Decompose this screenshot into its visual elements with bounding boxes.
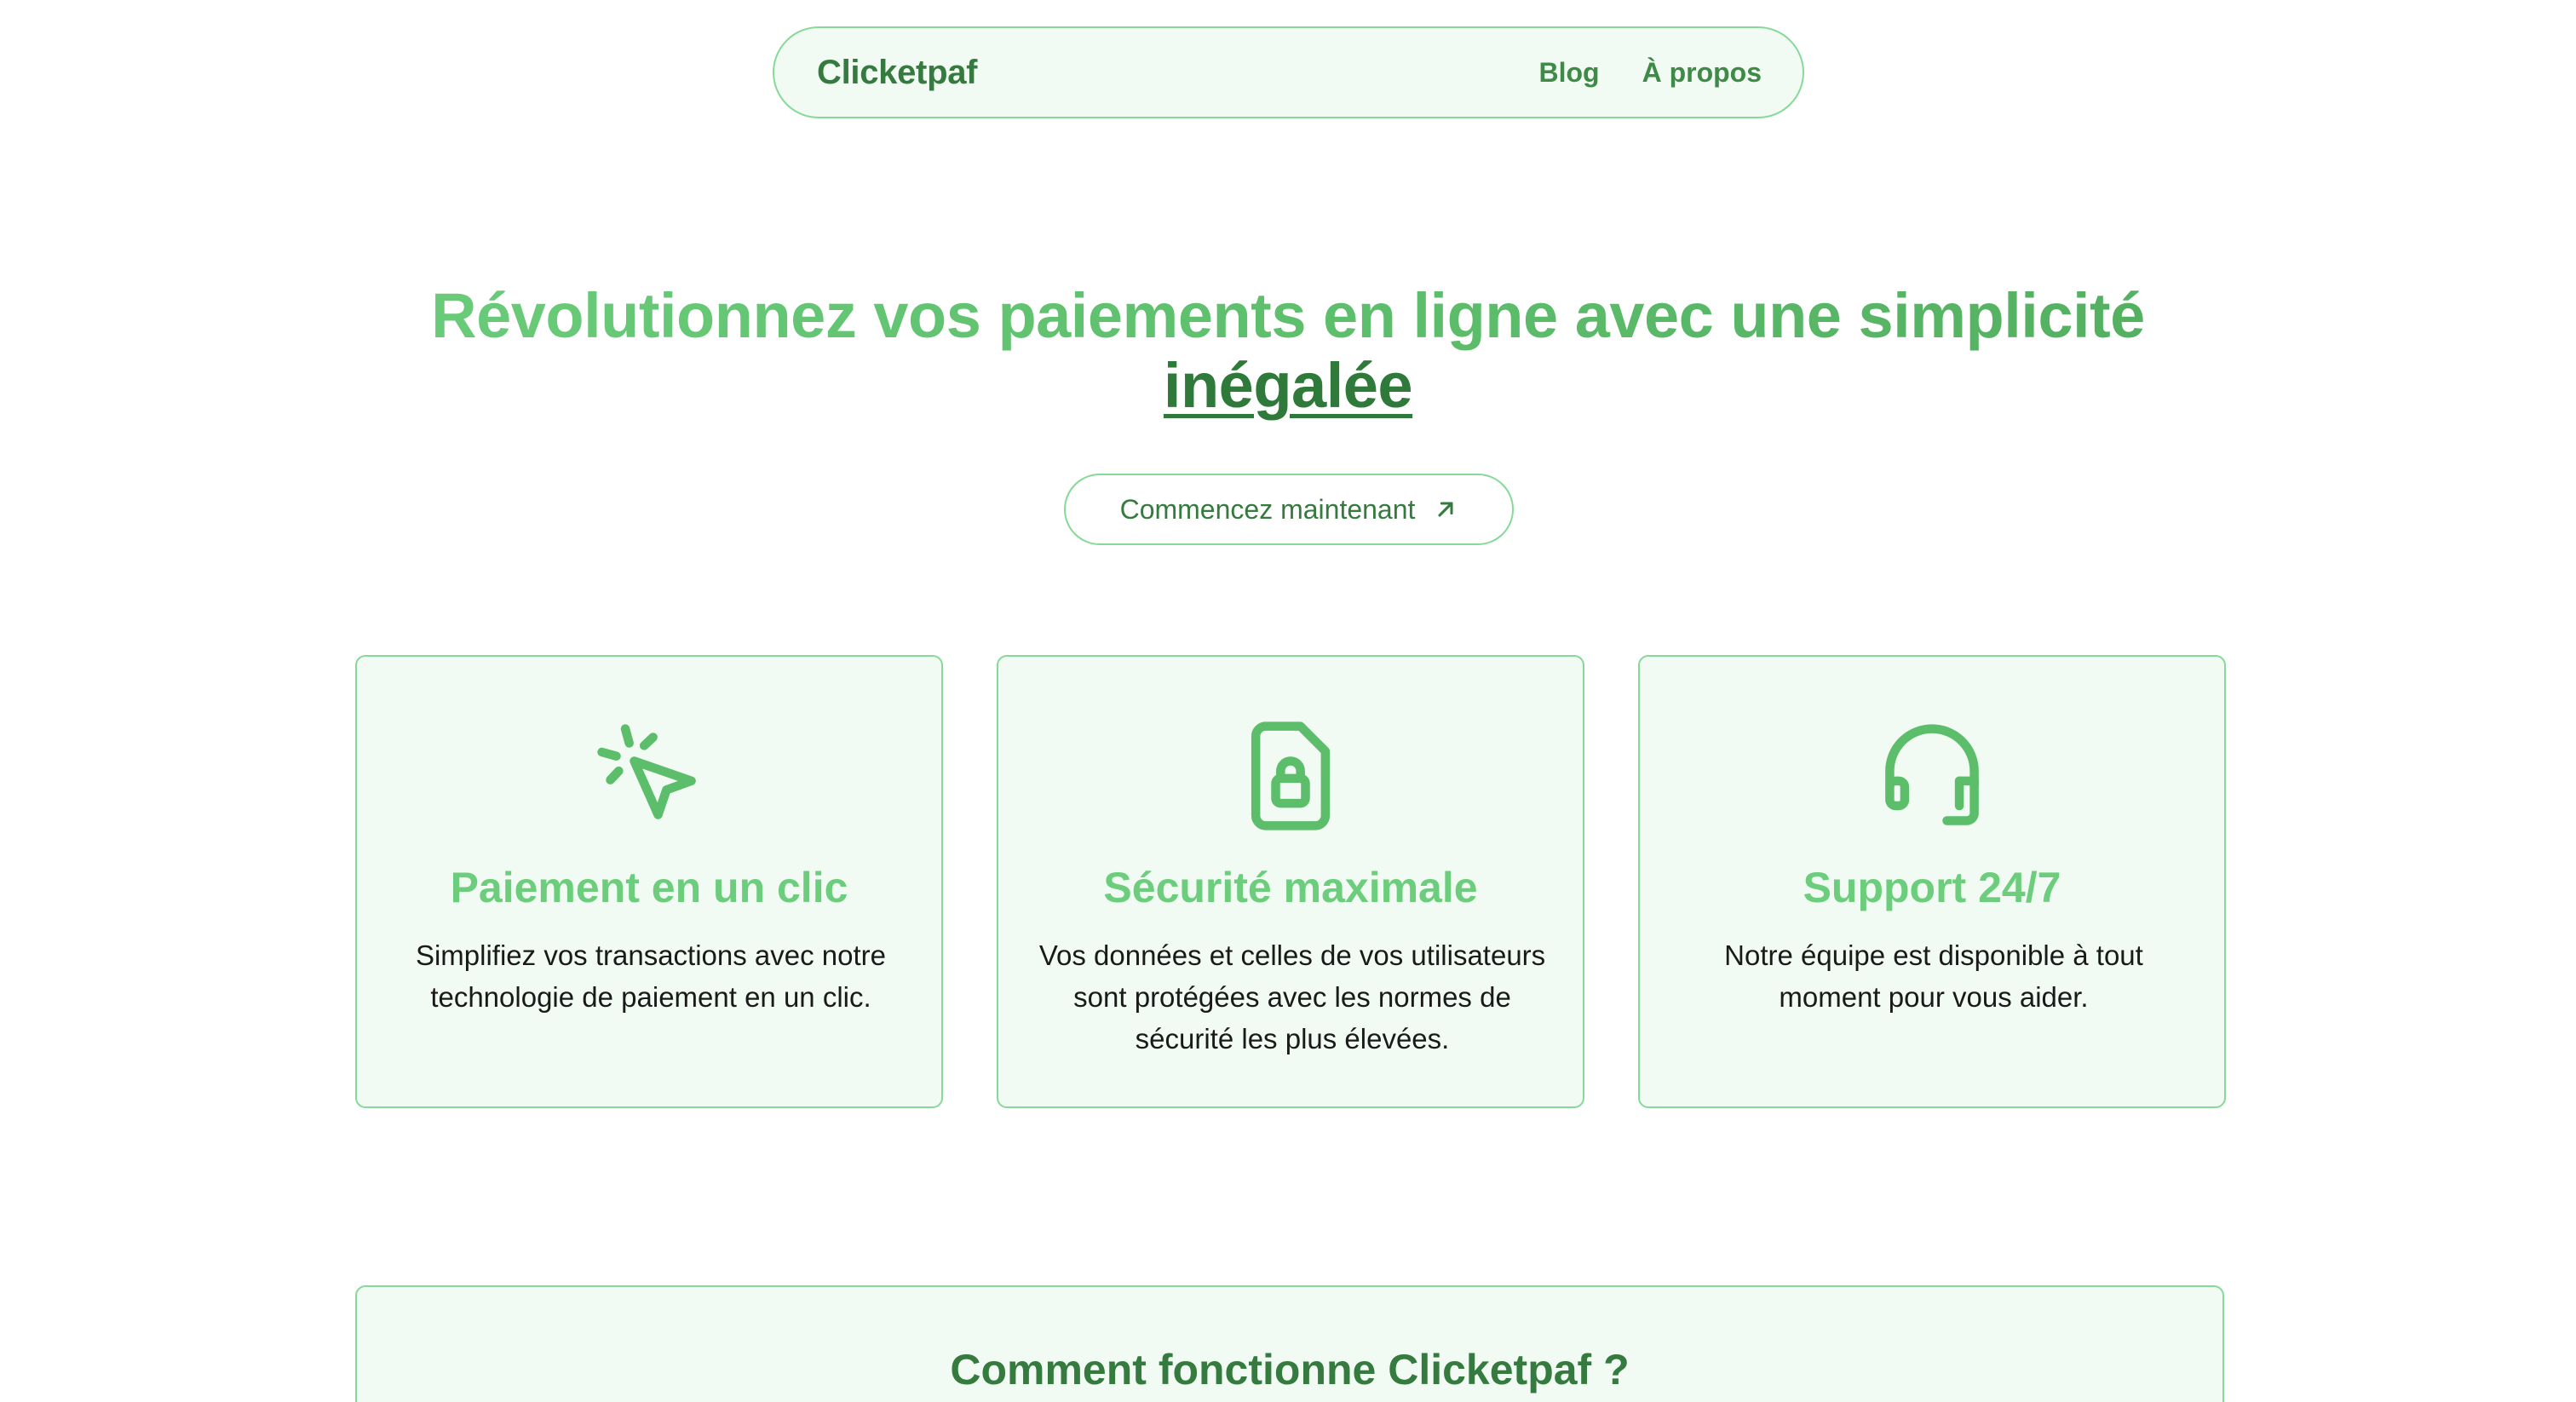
feature-title: Paiement en un clic [450,864,848,911]
page: Clicketpaf Blog À propos Révolutionnez v… [0,0,2576,1402]
file-lock-icon [998,716,1583,836]
get-started-label: Commencez maintenant [1119,493,1416,525]
feature-title: Support 24/7 [1803,864,2061,911]
get-started-button[interactable]: Commencez maintenant [1064,474,1514,545]
feature-card-security: Sécurité maximale Vos données et celles … [997,655,1584,1108]
top-nav: Clicketpaf Blog À propos [773,26,1804,118]
feature-description: Simplifiez vos transactions avec notre t… [415,939,887,1013]
hero-title-line1: Révolutionnez vos paiements en ligne ave… [431,280,2145,351]
nav-link-about[interactable]: À propos [1642,57,1762,89]
arrow-up-right-icon [1434,497,1458,521]
cursor-click-icon [357,716,941,836]
nav-link-blog[interactable]: Blog [1538,57,1599,89]
hero-title-highlight: inégalée [1163,350,1413,421]
nav-links: Blog À propos [1538,57,1762,89]
hero-title: Révolutionnez vos paiements en ligne ave… [0,281,2576,421]
brand-logo[interactable]: Clicketpaf [817,54,977,92]
feature-card-one-click: Paiement en un clic Simplifiez vos trans… [355,655,943,1108]
feature-title: Sécurité maximale [1103,864,1478,911]
how-it-works-section: Comment fonctionne Clicketpaf ? [355,1285,2224,1402]
headset-icon [1640,716,2224,836]
feature-card-support: Support 24/7 Notre équipe est disponible… [1638,655,2226,1108]
feature-description: Notre équipe est disponible à tout momen… [1724,939,2143,1013]
hero: Révolutionnez vos paiements en ligne ave… [0,281,2576,421]
feature-description: Vos données et celles de vos utilisateur… [1038,939,1546,1054]
how-it-works-title: Comment fonctionne Clicketpaf ? [950,1346,1630,1393]
